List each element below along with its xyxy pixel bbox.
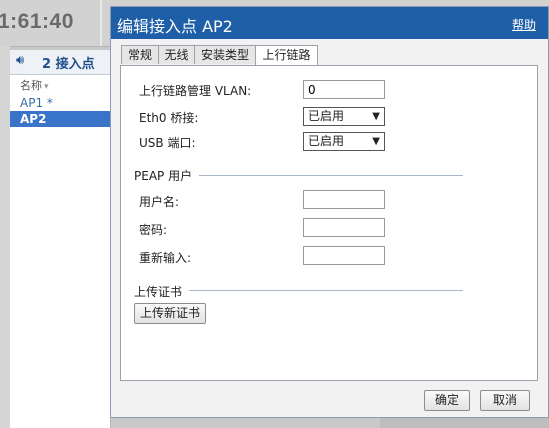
dialog-title-bar: 编辑接入点 AP2 帮助: [111, 7, 548, 39]
uplink-tab-content: 上行链路管理 VLAN: Eth0 桥接: 已启用▼ USB 端口: 已启用▼ …: [120, 65, 538, 381]
tab-uplink[interactable]: 上行链路: [255, 45, 318, 66]
ok-button[interactable]: 确定: [424, 390, 470, 411]
clock-display: 1:61:40: [0, 10, 74, 33]
tab-install-type[interactable]: 安装类型: [194, 45, 256, 64]
list-item[interactable]: AP1 *: [10, 95, 110, 111]
toolbar-divider: [100, 0, 102, 46]
speaker-icon: 🔊︎: [16, 53, 25, 68]
edit-access-point-dialog: 编辑接入点 AP2 帮助 常规 无线 安装类型 上行链路 上行链路管理 VLAN…: [110, 6, 549, 418]
section-divider: [199, 175, 463, 176]
username-label: 用户名:: [139, 195, 180, 209]
vlan-input[interactable]: [303, 80, 385, 99]
vlan-label: 上行链路管理 VLAN:: [139, 84, 252, 98]
cancel-button[interactable]: 取消: [480, 390, 530, 411]
list-item-selected[interactable]: AP2: [10, 111, 110, 127]
tab-general[interactable]: 常规: [121, 45, 159, 64]
dropdown-arrow-icon: ▼: [372, 111, 380, 122]
password-input[interactable]: [303, 218, 385, 237]
dropdown-arrow-icon: ▼: [372, 136, 380, 147]
dialog-title: 编辑接入点 AP2: [117, 17, 233, 36]
access-points-panel-header: 🔊︎ 2 接入点: [10, 50, 110, 75]
reenter-password-label: 重新输入:: [139, 251, 192, 265]
sort-icon: ▾: [44, 82, 49, 92]
column-header-name[interactable]: 名称 ▾: [10, 77, 110, 93]
usb-port-label: USB 端口:: [139, 136, 196, 150]
section-divider: [189, 290, 463, 291]
username-input[interactable]: [303, 190, 385, 209]
upload-cert-section-title: 上传证书: [134, 285, 183, 299]
eth0-bridge-select[interactable]: 已启用 ▼: [303, 107, 385, 126]
eth0-bridge-label: Eth0 桥接:: [139, 111, 199, 125]
upload-new-cert-button[interactable]: 上传新证书: [134, 303, 206, 324]
tab-wireless[interactable]: 无线: [158, 45, 195, 64]
panel-title: 2 接入点: [42, 57, 95, 72]
password-label: 密码:: [139, 223, 168, 237]
help-link[interactable]: 帮助: [512, 16, 536, 33]
usb-port-select[interactable]: 已启用 ▼: [303, 132, 385, 151]
peap-section-title: PEAP 用户: [134, 169, 193, 183]
access-points-list: 名称 ▾ AP1 * AP2: [10, 75, 111, 428]
reenter-password-input[interactable]: [303, 246, 385, 265]
